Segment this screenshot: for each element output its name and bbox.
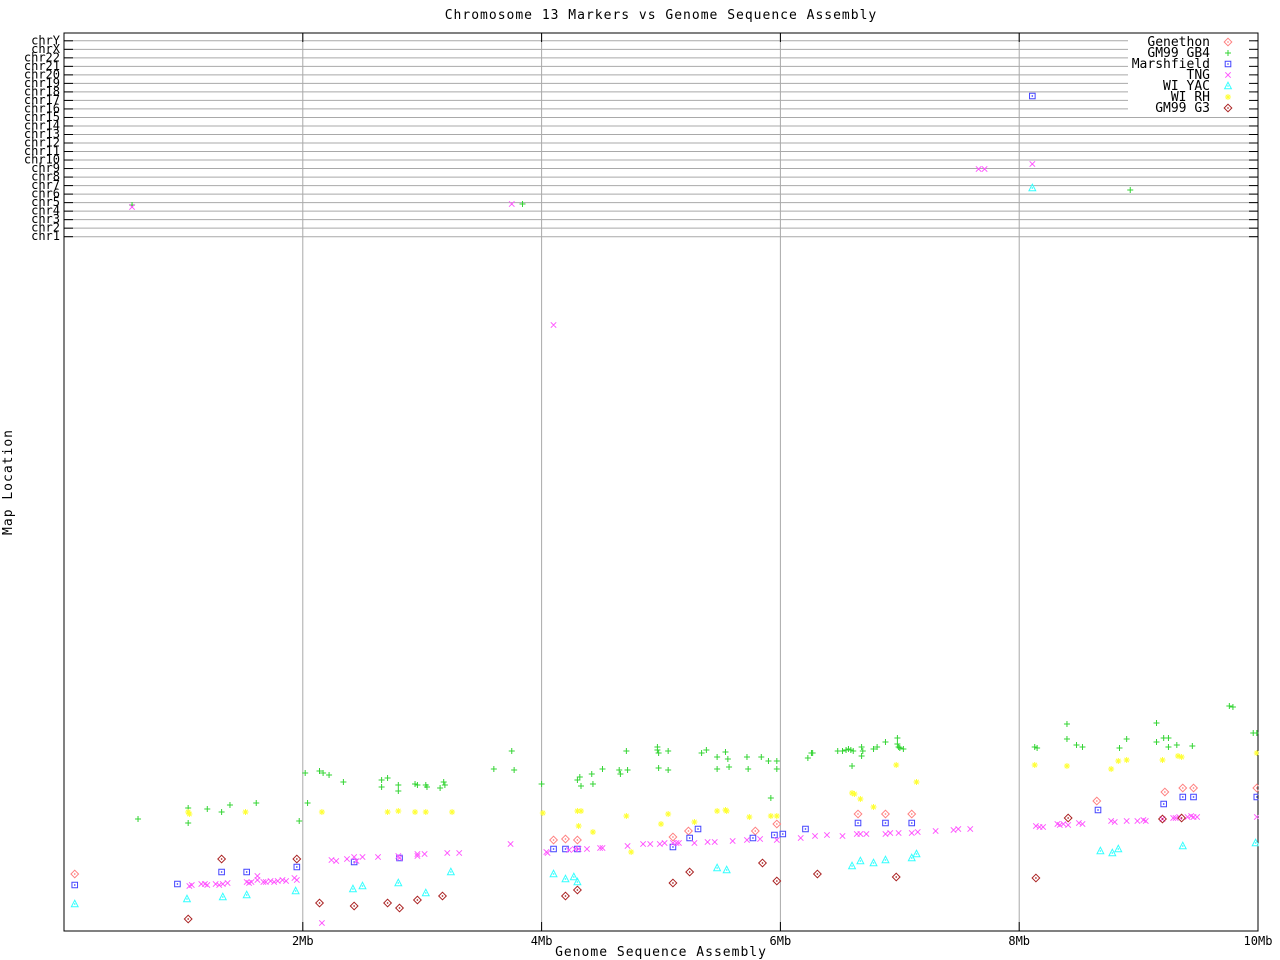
- y-axis-label: Map Location: [1, 429, 16, 535]
- data-points-TNG: [129, 161, 1259, 925]
- data-point-dots-Genethon: [74, 787, 1257, 874]
- data-points-Genethon: [71, 784, 1261, 878]
- y-tick-label-chr1: chr1: [31, 229, 60, 243]
- chart-container: GenethonGM99 GB4MarshfieldTNGWI YACWI RH…: [0, 0, 1280, 960]
- x-tick-label-2Mb: 2Mb: [292, 934, 314, 948]
- data-point-dots-WI-YAC: [74, 187, 1256, 904]
- data-point-dots-Marshfield: [74, 95, 1257, 885]
- chart-title: Chromosome 13 Markers vs Genome Sequence…: [445, 8, 878, 23]
- data-points-GM99-GB4: [129, 187, 1260, 826]
- data-points-Marshfield: [72, 93, 1260, 888]
- legend-label-GM99-G3: GM99 G3: [1155, 101, 1210, 116]
- legend-marker-dot-icon: [1227, 41, 1228, 42]
- legend-marker-asterisk-icon: [1225, 94, 1231, 100]
- plot-border: [64, 33, 1258, 931]
- data-points-WI-YAC: [71, 184, 1259, 907]
- data-point-dots-GM99-G3: [187, 817, 1182, 919]
- plot-frame: [64, 33, 1258, 931]
- series-WI-YAC: [71, 184, 1259, 907]
- series-Genethon: [71, 784, 1261, 878]
- legend-marker-dot-icon: [1227, 107, 1228, 108]
- x-tick-label-6Mb: 6Mb: [770, 934, 792, 948]
- scatter-chart-canvas: GenethonGM99 GB4MarshfieldTNGWI YACWI RH…: [0, 0, 1280, 960]
- legend-marker-dot-icon: [1227, 63, 1228, 64]
- series-TNG: [129, 161, 1259, 925]
- x-tick-label-10Mb: 10Mb: [1244, 934, 1273, 948]
- x-axis-label: Genome Sequence Assembly: [555, 945, 767, 960]
- gridlines-layer: [64, 33, 1258, 931]
- series-GM99-GB4: [129, 187, 1260, 826]
- legend-marker-dot-icon: [1227, 85, 1228, 86]
- series-Marshfield: [72, 93, 1260, 888]
- axis-labels-layer: chrYchrXchr22chr21chr20chr19chr18chr17ch…: [1, 8, 1272, 960]
- legend: GenethonGM99 GB4MarshfieldTNGWI YACWI RH…: [1128, 35, 1255, 116]
- x-tick-label-4Mb: 4Mb: [531, 934, 553, 948]
- x-tick-label-8Mb: 8Mb: [1008, 934, 1030, 948]
- data-points-layer: [71, 93, 1261, 926]
